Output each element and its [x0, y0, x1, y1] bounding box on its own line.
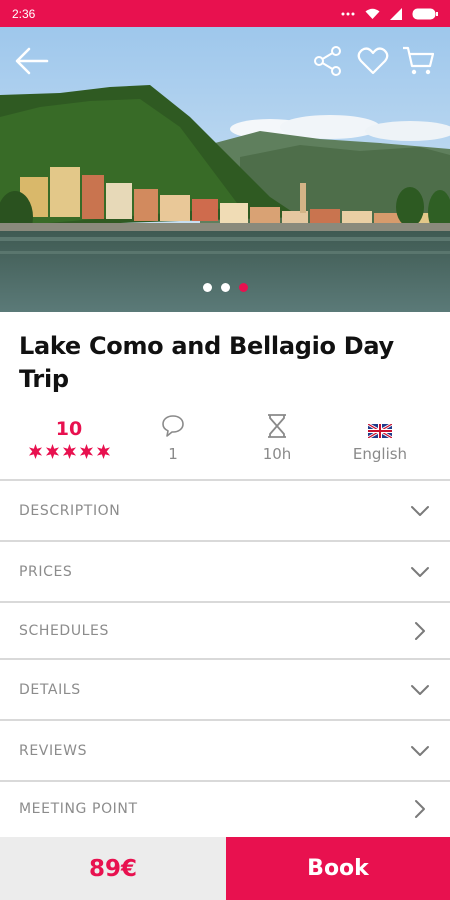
language-stat: English	[325, 410, 435, 463]
section-label: PRICES	[19, 563, 73, 580]
comment-icon	[162, 415, 184, 437]
carousel-dot-active[interactable]	[238, 283, 248, 292]
wifi-icon	[365, 8, 380, 19]
more-dots-icon	[341, 12, 355, 15]
carousel-dots	[0, 283, 450, 292]
carousel-dot[interactable]	[220, 283, 230, 292]
section-details[interactable]: DETAILS	[0, 658, 450, 719]
section-schedules[interactable]: SCHEDULES	[0, 601, 450, 658]
section-label: DETAILS	[19, 681, 81, 698]
rating-stat: 10	[14, 410, 124, 459]
comments-stat[interactable]: 1	[118, 410, 228, 463]
hourglass-icon	[268, 414, 286, 438]
favorite-button[interactable]	[355, 43, 391, 79]
star-icon	[96, 444, 110, 459]
chevron-down-icon	[411, 566, 429, 577]
section-label: SCHEDULES	[19, 622, 109, 639]
chevron-right-icon	[415, 800, 425, 818]
heart-icon	[357, 47, 389, 75]
chevron-down-icon	[411, 505, 429, 516]
price-box: 89€	[0, 837, 226, 900]
chevron-down-icon	[411, 745, 429, 756]
book-button-label: Book	[307, 856, 369, 881]
section-description[interactable]: DESCRIPTION	[0, 479, 450, 540]
rating-stars	[14, 444, 124, 459]
duration-stat: 10h	[222, 410, 332, 463]
rating-value: 10	[55, 418, 83, 440]
status-bar: 2:36	[0, 0, 450, 27]
duration-value: 10h	[262, 445, 292, 463]
share-button[interactable]	[310, 43, 346, 79]
section-label: DESCRIPTION	[19, 502, 121, 519]
info-sections: DESCRIPTION PRICES SCHEDULES DETAILS REV…	[0, 479, 450, 836]
stats-row: 10 1 10h English	[0, 410, 450, 470]
section-label: MEETING POINT	[19, 801, 138, 817]
share-icon	[314, 46, 341, 76]
star-icon	[79, 444, 93, 459]
language-value: English	[352, 445, 408, 463]
cart-icon	[403, 46, 434, 75]
carousel-dot[interactable]	[202, 283, 212, 292]
section-prices[interactable]: PRICES	[0, 540, 450, 601]
star-icon	[45, 444, 59, 459]
status-icons	[341, 7, 438, 20]
star-icon	[28, 444, 42, 459]
bottom-bar: 89€ Book	[0, 837, 450, 900]
book-button[interactable]: Book	[226, 837, 450, 900]
section-reviews[interactable]: REVIEWS	[0, 719, 450, 780]
section-meeting-point[interactable]: MEETING POINT	[0, 780, 450, 836]
tour-title: Lake Como and Bellagio Day Trip	[19, 332, 394, 393]
back-arrow-icon	[15, 47, 49, 75]
cart-button[interactable]	[400, 43, 436, 79]
back-button[interactable]	[14, 43, 50, 79]
star-icon	[62, 444, 76, 459]
chevron-down-icon	[411, 684, 429, 695]
price-value: 89€	[88, 855, 137, 882]
status-time: 2:36	[12, 6, 36, 21]
signal-icon	[390, 7, 402, 20]
chevron-right-icon	[415, 621, 425, 640]
uk-flag-icon	[368, 424, 392, 438]
battery-icon	[412, 8, 438, 19]
comments-count: 1	[168, 445, 178, 463]
section-label: REVIEWS	[19, 742, 88, 759]
hero-image[interactable]	[0, 27, 450, 312]
